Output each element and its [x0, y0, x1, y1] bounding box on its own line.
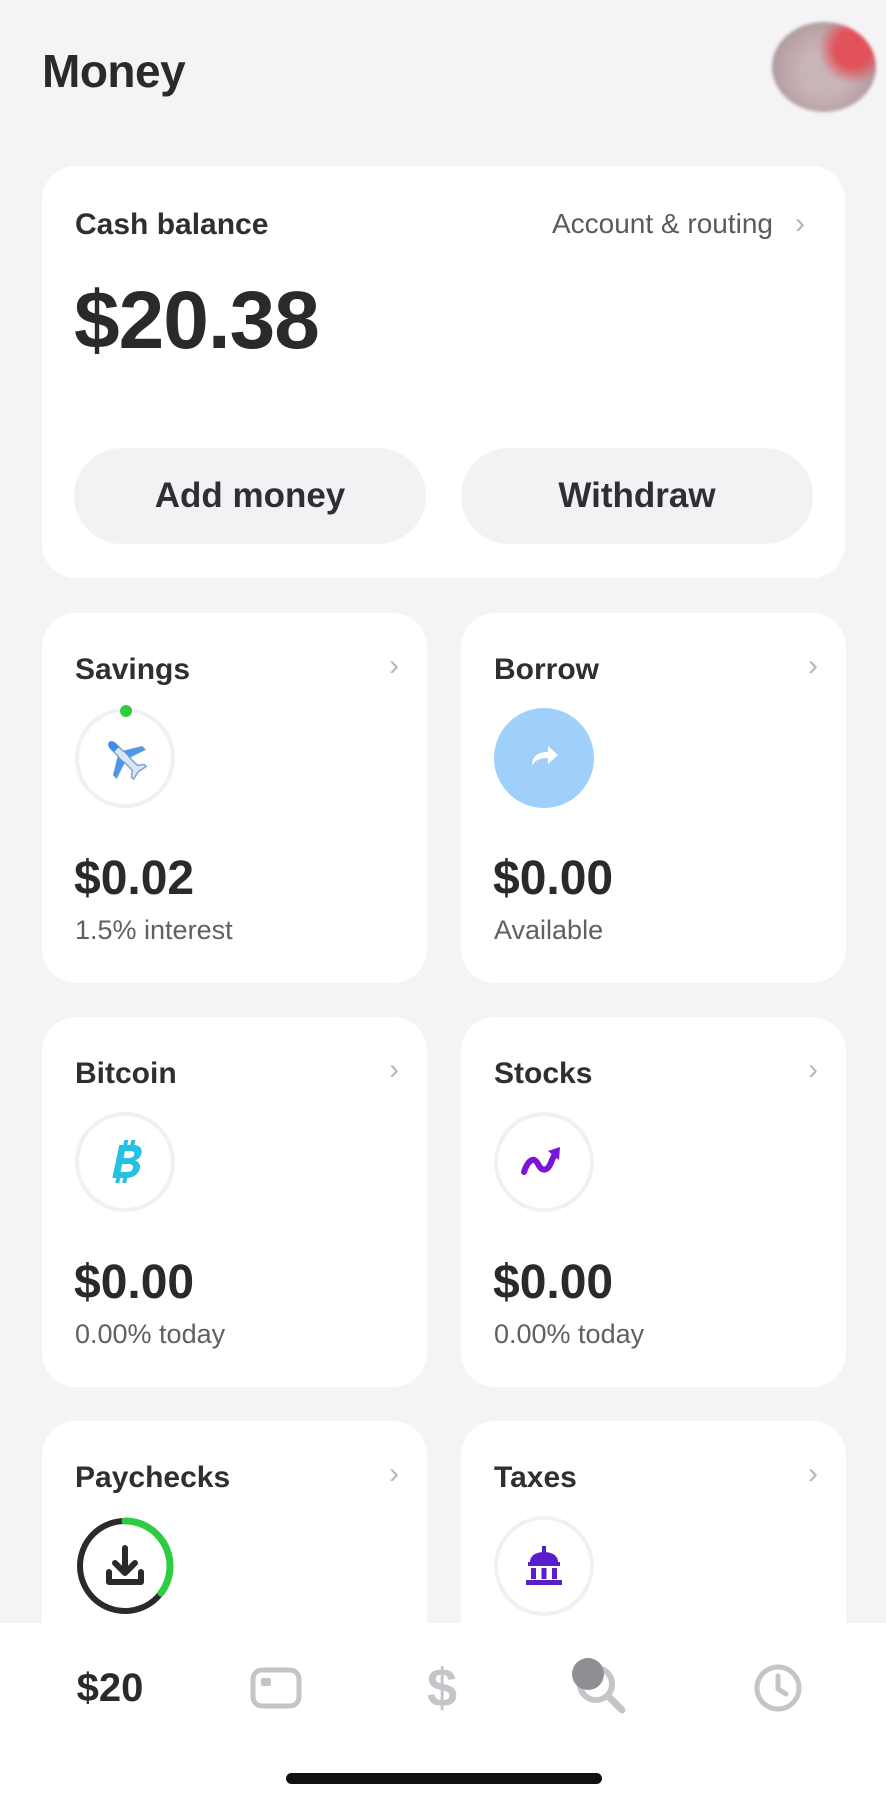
chevron-right-icon: › [389, 1053, 399, 1086]
chevron-right-icon: › [808, 1053, 818, 1086]
bank-building-icon [494, 1516, 594, 1616]
cash-balance-amount: $20.38 [74, 275, 320, 366]
download-icon [73, 1514, 177, 1618]
savings-tile[interactable]: Savings › $0.02 1.5% interest [42, 613, 427, 983]
savings-amount: $0.02 [74, 852, 195, 905]
borrow-tile[interactable]: Borrow › $0.00 Available [461, 613, 846, 983]
search-icon[interactable] [565, 1653, 635, 1723]
airplane-icon [75, 708, 175, 808]
cash-balance-label: Cash balance [75, 208, 269, 241]
account-routing-label: Account & routing [551, 208, 773, 239]
tile-title: Bitcoin [75, 1057, 177, 1090]
stocks-tile[interactable]: Stocks › $0.00 0.00% today [461, 1017, 846, 1387]
pay-icon[interactable]: $ [412, 1653, 472, 1723]
borrow-subtitle: Available [494, 915, 604, 945]
withdraw-button[interactable]: Withdraw [461, 448, 813, 544]
tile-title: Savings [75, 653, 191, 686]
chevron-right-icon: › [795, 207, 805, 240]
card-icon[interactable] [246, 1653, 306, 1723]
bitcoin-icon [75, 1112, 175, 1212]
stocks-trend-icon [494, 1112, 594, 1212]
stocks-subtitle: 0.00% today [494, 1319, 645, 1349]
account-routing-link[interactable]: Account & routing › [552, 208, 805, 240]
bitcoin-subtitle: 0.00% today [75, 1319, 226, 1349]
bitcoin-tile[interactable]: Bitcoin › $0.00 0.00% today [42, 1017, 427, 1387]
clock-icon[interactable] [748, 1653, 808, 1723]
borrow-amount: $0.00 [493, 852, 614, 905]
stocks-amount: $0.00 [493, 1256, 614, 1309]
home-indicator [286, 1773, 602, 1784]
tile-title: Borrow [494, 653, 599, 686]
chevron-right-icon: › [389, 1457, 399, 1490]
add-money-button[interactable]: Add money [74, 448, 426, 544]
savings-subtitle: 1.5% interest [75, 915, 233, 945]
chevron-right-icon: › [389, 649, 399, 682]
cash-balance-card: Cash balance Account & routing › $20.38 … [42, 166, 845, 578]
avatar[interactable] [772, 22, 876, 112]
tile-title: Paychecks [75, 1461, 231, 1494]
arrow-forward-icon [494, 708, 594, 808]
page-title: Money [42, 45, 186, 97]
chevron-right-icon: › [808, 1457, 818, 1490]
progress-dot [120, 705, 132, 717]
tab-balance[interactable]: $20 [60, 1653, 160, 1723]
bitcoin-amount: $0.00 [74, 1256, 195, 1309]
chevron-right-icon: › [808, 649, 818, 682]
tile-title: Stocks [494, 1057, 593, 1090]
tile-title: Taxes [494, 1461, 577, 1494]
